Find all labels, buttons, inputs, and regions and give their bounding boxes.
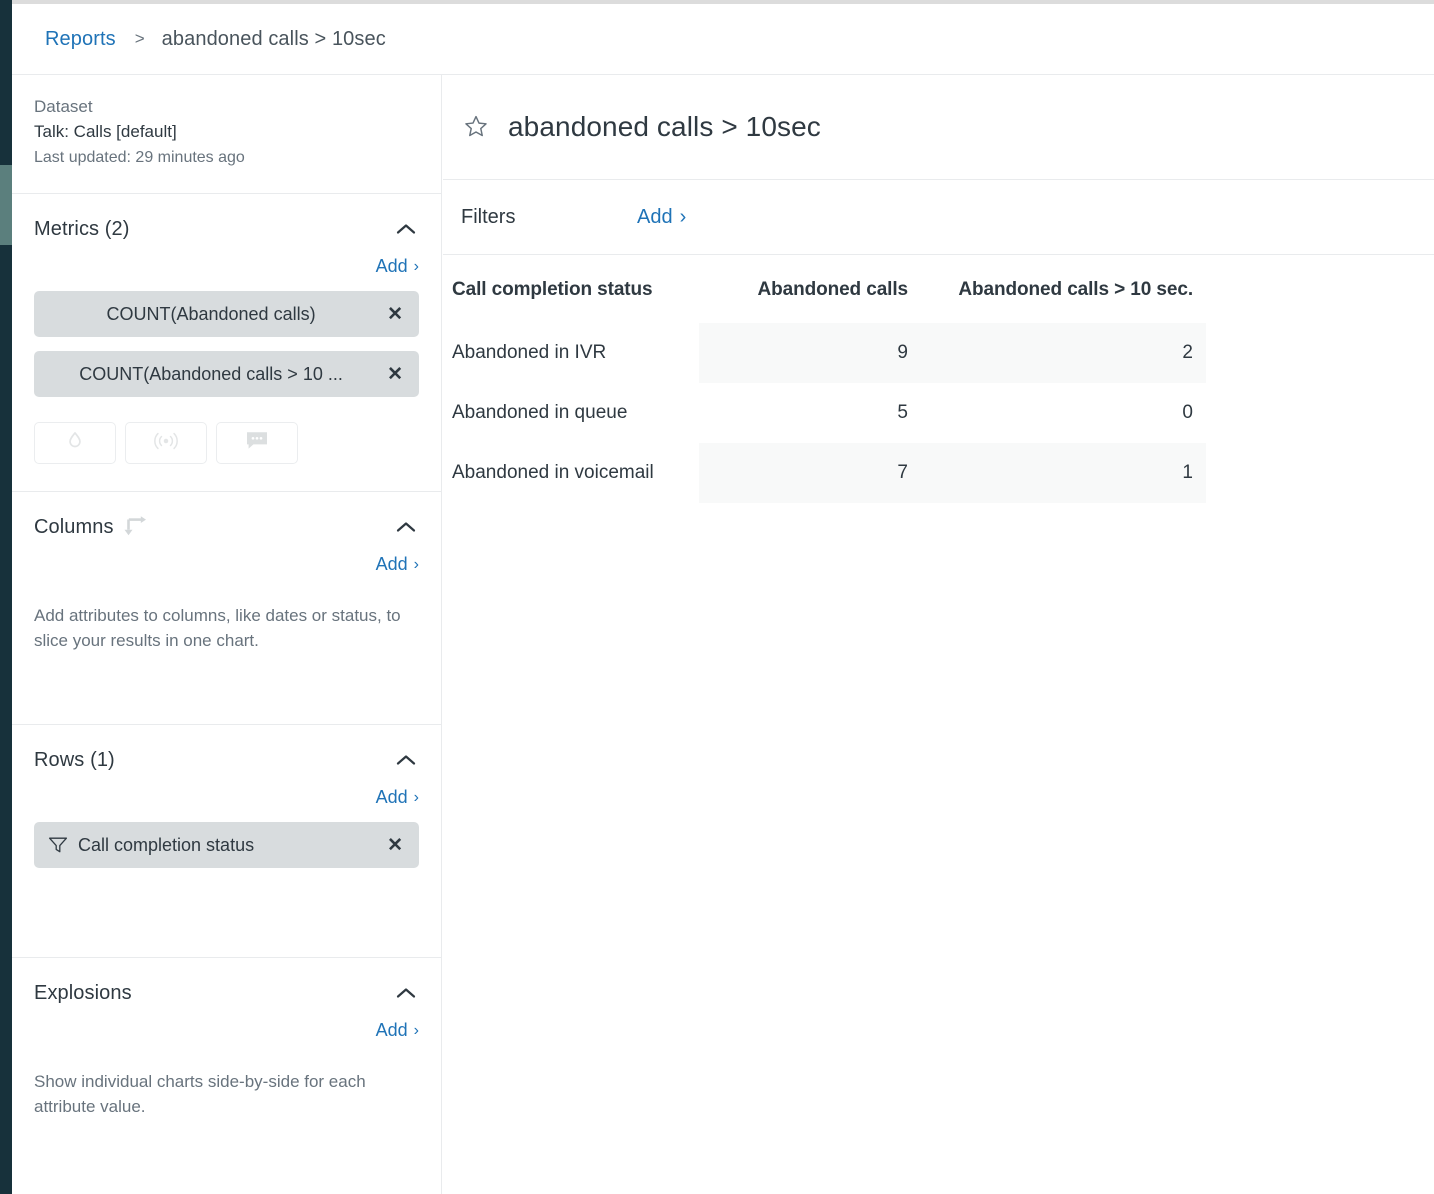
metrics-panel-header: Metrics (2) <box>34 194 419 242</box>
row-attribute-chip[interactable]: Call completion status ✕ <box>34 822 419 868</box>
star-outline-icon[interactable] <box>461 112 491 142</box>
metrics-add-button[interactable]: Add › <box>376 256 419 277</box>
metrics-add-row: Add › <box>34 242 419 277</box>
swap-rows-columns-icon[interactable] <box>123 516 147 538</box>
explosions-collapse-chevron-up-icon[interactable] <box>393 980 419 1006</box>
filters-add-button[interactable]: Add › <box>637 206 686 229</box>
filters-label: Filters <box>461 205 516 228</box>
chat-bubble-icon <box>245 430 269 456</box>
row-value-metric-2: 0 <box>1182 402 1193 423</box>
broadcast-tool-button[interactable] <box>125 422 207 464</box>
explosions-add-button[interactable]: Add › <box>376 1020 419 1041</box>
filters-bar: Filters Add › <box>443 180 1434 255</box>
chevron-right-icon: › <box>413 1021 419 1039</box>
chevron-right-icon: › <box>413 555 419 573</box>
chevron-right-icon: › <box>413 257 419 275</box>
metrics-add-label: Add <box>375 256 408 276</box>
breadcrumb-reports-link[interactable]: Reports <box>45 28 116 51</box>
metric-chip-label: COUNT(Abandoned calls) <box>106 303 316 324</box>
row-label: Abandoned in voicemail <box>452 462 654 483</box>
rows-panel: Rows (1) Add › Call completion status ✕ <box>12 725 441 958</box>
metrics-panel: Metrics (2) Add › COUNT(Abandoned calls)… <box>12 194 441 492</box>
metric-chip-remove-icon[interactable]: ✕ <box>384 365 406 384</box>
rows-add-row: Add › <box>34 773 419 808</box>
report-builder-app: Reports > abandoned calls > 10sec Datase… <box>0 0 1434 1194</box>
metrics-collapse-chevron-up-icon[interactable] <box>393 216 419 242</box>
row-label: Abandoned in queue <box>452 402 628 423</box>
rows-add-button[interactable]: Add › <box>376 787 419 808</box>
columns-description: Add attributes to columns, like dates or… <box>34 606 401 650</box>
dataset-panel: Dataset Talk: Calls [default] Last updat… <box>12 75 441 194</box>
metric-chip-remove-icon[interactable]: ✕ <box>384 305 406 324</box>
explosions-panel: Explosions Add › Show individual charts … <box>12 958 441 1191</box>
rows-collapse-chevron-up-icon[interactable] <box>393 747 419 773</box>
report-title-bar: abandoned calls > 10sec <box>443 75 1434 180</box>
row-value-metric-1: 7 <box>699 443 921 503</box>
columns-add-label: Add <box>375 554 408 574</box>
page-title: abandoned calls > 10sec <box>508 111 821 142</box>
row-label: Abandoned in IVR <box>452 342 607 363</box>
metric-chip[interactable]: COUNT(Abandoned calls > 10 ... ✕ <box>34 351 419 397</box>
rows-panel-header: Rows (1) <box>34 725 419 773</box>
columns-collapse-chevron-up-icon[interactable] <box>393 514 419 540</box>
metric-chip[interactable]: COUNT(Abandoned calls) ✕ <box>34 291 419 337</box>
row-attribute-chip-label: Call completion status <box>78 834 255 855</box>
funnel-icon <box>48 836 68 854</box>
breadcrumb: Reports > abandoned calls > 10sec <box>12 4 1434 75</box>
row-value-metric-2: 2 <box>921 323 1206 383</box>
droplet-icon <box>64 430 86 457</box>
dataset-last-updated: Last updated: 29 minutes ago <box>34 149 245 166</box>
breadcrumb-separator: > <box>134 29 145 48</box>
table-row: Abandoned in IVR 9 2 <box>452 323 1206 383</box>
columns-panel: Columns Add › Add attributes to columns,… <box>12 492 441 725</box>
column-header-metric-2[interactable]: Abandoned calls > 10 sec. <box>921 255 1206 323</box>
chevron-right-icon: › <box>679 205 687 228</box>
columns-panel-header: Columns <box>34 492 419 540</box>
dataset-label: Dataset <box>34 97 93 116</box>
rows-add-label: Add <box>375 787 408 807</box>
breadcrumb-current: abandoned calls > 10sec <box>161 27 386 50</box>
dataset-name: Talk: Calls [default] <box>34 122 177 141</box>
metrics-panel-title: Metrics (2) <box>34 217 130 240</box>
table-row: Abandoned in queue 5 0 <box>452 383 1206 443</box>
filters-add-label: Add <box>637 205 673 228</box>
columns-panel-title: Columns <box>34 515 114 538</box>
nav-rail-active-marker <box>0 165 12 245</box>
column-header-status[interactable]: Call completion status <box>452 255 699 323</box>
row-value-metric-1: 5 <box>897 402 908 423</box>
rows-panel-title: Rows (1) <box>34 748 115 771</box>
report-table: Call completion status Abandoned calls A… <box>452 255 1206 503</box>
table-header-row: Call completion status Abandoned calls A… <box>452 255 1206 323</box>
report-config-sidebar: Dataset Talk: Calls [default] Last updat… <box>12 75 442 1194</box>
report-table-body: Abandoned in IVR 9 2 Abandoned in queue … <box>452 323 1206 503</box>
row-value-metric-1: 9 <box>699 323 921 383</box>
explosions-add-label: Add <box>375 1020 408 1040</box>
metric-chip-label: COUNT(Abandoned calls > 10 ... <box>79 363 343 384</box>
global-nav-rail[interactable] <box>0 0 12 1194</box>
broadcast-icon <box>153 431 179 456</box>
row-value-metric-2: 1 <box>921 443 1206 503</box>
columns-add-row: Add › <box>34 540 419 575</box>
report-main-area: abandoned calls > 10sec Filters Add › Ca… <box>443 75 1434 1194</box>
row-attribute-chip-remove-icon[interactable]: ✕ <box>384 836 406 855</box>
chat-tool-button[interactable] <box>216 422 298 464</box>
report-table-wrap: Call completion status Abandoned calls A… <box>443 255 1434 503</box>
chevron-right-icon: › <box>413 788 419 806</box>
columns-add-button[interactable]: Add › <box>376 554 419 575</box>
metrics-tool-buttons <box>34 397 419 491</box>
report-table-head: Call completion status Abandoned calls A… <box>452 255 1206 323</box>
explosions-panel-header: Explosions <box>34 958 419 1006</box>
table-row: Abandoned in voicemail 7 1 <box>452 443 1206 503</box>
explosions-panel-title: Explosions <box>34 981 132 1004</box>
column-header-metric-1[interactable]: Abandoned calls <box>699 255 921 323</box>
explosions-description: Show individual charts side-by-side for … <box>34 1072 366 1116</box>
explosions-add-row: Add › <box>34 1006 419 1041</box>
droplet-tool-button[interactable] <box>34 422 116 464</box>
